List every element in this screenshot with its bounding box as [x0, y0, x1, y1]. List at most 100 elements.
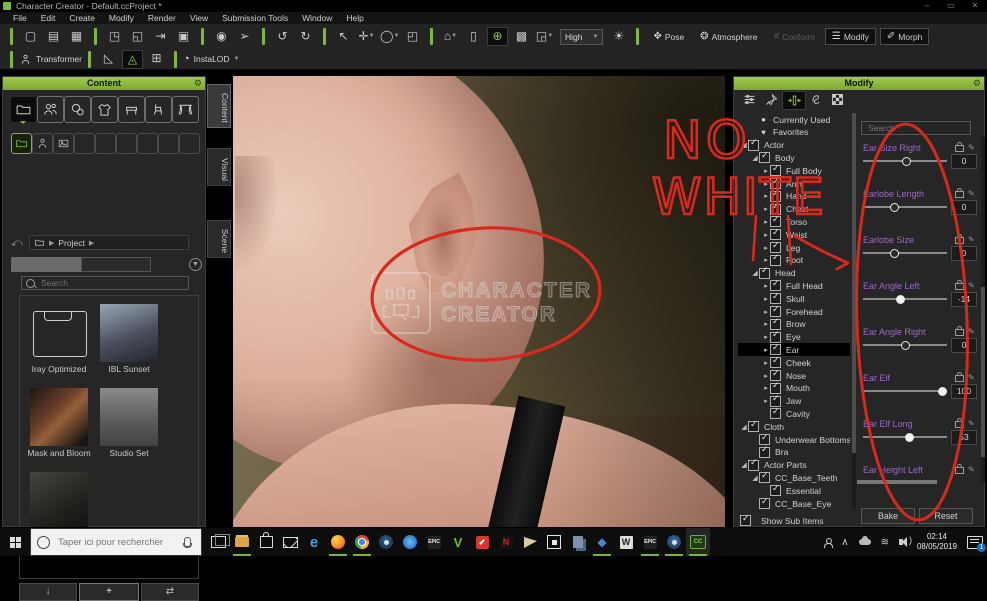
taskbar-icon-steam-2[interactable]	[662, 528, 686, 556]
network-icon[interactable]: ≋	[881, 537, 889, 548]
clock[interactable]: 02:14 08/05/2019	[917, 532, 957, 552]
quality-select[interactable]: High ▼	[560, 28, 604, 45]
slider-value-earlobe-length[interactable]: 0	[951, 200, 977, 215]
tree-checkbox[interactable]	[759, 266, 770, 279]
collapse-icon[interactable]: ▸	[762, 308, 770, 316]
collapse-icon[interactable]: ▸	[762, 192, 770, 200]
tree-item-full-body[interactable]: ▸ Full Body	[738, 164, 850, 177]
select-tool-icon[interactable]: ↖	[334, 28, 353, 45]
update-icon[interactable]: ◉	[212, 28, 231, 45]
brightness-icon[interactable]: ☀	[609, 28, 628, 45]
lock-icon[interactable]	[955, 371, 964, 382]
taskbar-search-input[interactable]	[56, 535, 178, 549]
pin-icon[interactable]: ✎	[968, 282, 975, 290]
taskbar-icon-firefox-browser[interactable]	[326, 528, 350, 556]
shade-mode-icon[interactable]: ▩	[512, 28, 531, 45]
chevron-up-icon[interactable]: ∧	[841, 537, 848, 548]
lod-wireframe-icon[interactable]: ◺	[99, 50, 118, 67]
taskbar-icon-w-app[interactable]: W	[614, 528, 638, 556]
lod-optimize-icon[interactable]: ◬	[121, 49, 143, 69]
expand-icon[interactable]: ◢	[740, 423, 748, 431]
tree-checkbox[interactable]	[759, 445, 770, 458]
tree-item-foot[interactable]: ▸ Foot	[738, 253, 850, 267]
expand-icon[interactable]: ◢	[751, 154, 759, 162]
tree-item-jaw[interactable]: ▸ Jaw	[738, 394, 850, 408]
pin-icon[interactable]: ✎	[968, 144, 975, 152]
viewport-3d[interactable]: CHARACTER CREATOR	[233, 76, 725, 527]
menu-file[interactable]: File	[6, 13, 34, 23]
morph-search-input[interactable]	[866, 122, 966, 134]
taskbar-icon-edge-browser[interactable]: e	[302, 528, 326, 556]
tree-item-waist[interactable]: ▸ Waist	[738, 228, 850, 241]
collapse-icon[interactable]: ▸	[762, 231, 770, 239]
expand-icon[interactable]: ◢	[740, 141, 748, 149]
start-button[interactable]	[0, 528, 30, 556]
slider-value-ear-angle-right[interactable]: 0	[951, 338, 977, 353]
tree-checkbox[interactable]	[770, 394, 781, 407]
tree-checkbox[interactable]	[759, 497, 770, 509]
tree-checkbox[interactable]	[748, 458, 759, 471]
tree-item-mouth[interactable]: ▸ Mouth	[738, 381, 850, 395]
slider-handle-ear-size-right[interactable]	[902, 156, 912, 166]
collapse-icon[interactable]: ▸	[762, 359, 770, 367]
collapse-chevron-icon[interactable]: ▼	[189, 258, 202, 271]
tree-item-actor-parts[interactable]: ◢ Actor Parts	[738, 458, 850, 472]
category-sphere-button[interactable]	[64, 96, 91, 123]
save-character-icon[interactable]: ◱	[128, 28, 147, 45]
tree-item-cc-base-eye[interactable]: CC_Base_Eye	[738, 497, 850, 509]
taskbar-icon-vegas[interactable]: V	[446, 528, 470, 556]
frame-character-icon[interactable]: ▯	[464, 28, 483, 45]
render-image-icon[interactable]: ▣	[174, 28, 193, 45]
redo-icon[interactable]: ↻	[296, 28, 315, 45]
morph-button[interactable]: ✐ Morph	[879, 28, 930, 45]
modify-tab-attributes-sliders-icon[interactable]	[738, 91, 760, 108]
tree-checkbox[interactable]	[770, 279, 781, 292]
menu-create[interactable]: Create	[62, 13, 102, 23]
taskbar-icon-microsoft-store[interactable]	[254, 528, 278, 556]
rotate-tool-icon[interactable]: ◯▼	[380, 28, 399, 45]
breadcrumb[interactable]: ▶ Project ▶	[29, 235, 189, 250]
tree-item-full-head[interactable]: ▸ Full Head	[738, 279, 850, 292]
modify-panel-header[interactable]: Modify ⚙	[734, 77, 984, 90]
collapse-icon[interactable]: ▸	[762, 167, 770, 175]
bake-button[interactable]: Bake	[861, 508, 915, 524]
export-icon[interactable]: ⇥	[151, 28, 170, 45]
slider-handle-earlobe-length[interactable]	[889, 202, 899, 212]
scale-tool-icon[interactable]: ◰	[403, 28, 422, 45]
subcategory-image-button[interactable]	[53, 133, 74, 154]
subcategory-empty-slot[interactable]	[158, 133, 179, 154]
taskbar-icon-chrome-browser[interactable]	[350, 528, 374, 556]
camera-select-icon[interactable]: ◲▼	[535, 28, 554, 45]
reset-button[interactable]: Reset	[919, 508, 973, 524]
side-tab-content[interactable]: Content	[207, 84, 231, 128]
back-icon[interactable]: ⤺	[11, 237, 23, 249]
content-item-warrior[interactable]: Warrior	[30, 472, 88, 542]
tree-item-torso[interactable]: ▸ Torso	[738, 215, 850, 228]
show-sub-items[interactable]: Show Sub Items	[740, 514, 824, 526]
tree-checkbox[interactable]	[759, 471, 770, 484]
subcategory-empty-slot[interactable]	[137, 133, 158, 154]
lock-icon[interactable]	[955, 141, 964, 152]
slider-handle-ear-elf-long[interactable]	[904, 432, 914, 442]
modify-tab-morph-icon[interactable]	[782, 91, 806, 110]
tree-item-chest[interactable]: ▸ Chest	[738, 202, 850, 216]
sliders-scrollbar[interactable]	[981, 137, 985, 482]
expand-icon[interactable]: ◢	[751, 474, 759, 482]
slider-track-ear-elf[interactable]	[863, 390, 947, 392]
category-people-button[interactable]	[37, 96, 64, 123]
collapse-icon[interactable]: ▸	[762, 372, 770, 380]
transfer-button[interactable]: ⇄	[141, 583, 199, 601]
content-search[interactable]	[21, 276, 189, 290]
collapse-icon[interactable]: ▸	[762, 180, 770, 188]
tree-item-hand[interactable]: ▸ Hand	[738, 189, 850, 203]
subcategory-empty-slot[interactable]	[179, 133, 200, 154]
pin-icon[interactable]: ✎	[968, 190, 975, 198]
undo-icon[interactable]: ↺	[273, 28, 292, 45]
taskbar-icon-paper-plane-app[interactable]	[518, 528, 542, 556]
menu-render[interactable]: Render	[141, 13, 183, 23]
tree-checkbox[interactable]	[748, 138, 759, 151]
close-button[interactable]: ✕	[967, 1, 983, 11]
category-folder-button[interactable]	[10, 96, 37, 124]
tree-item-underwear-bottoms[interactable]: Underwear Bottoms	[738, 433, 850, 446]
side-tab-scene[interactable]: Scene	[207, 220, 231, 258]
